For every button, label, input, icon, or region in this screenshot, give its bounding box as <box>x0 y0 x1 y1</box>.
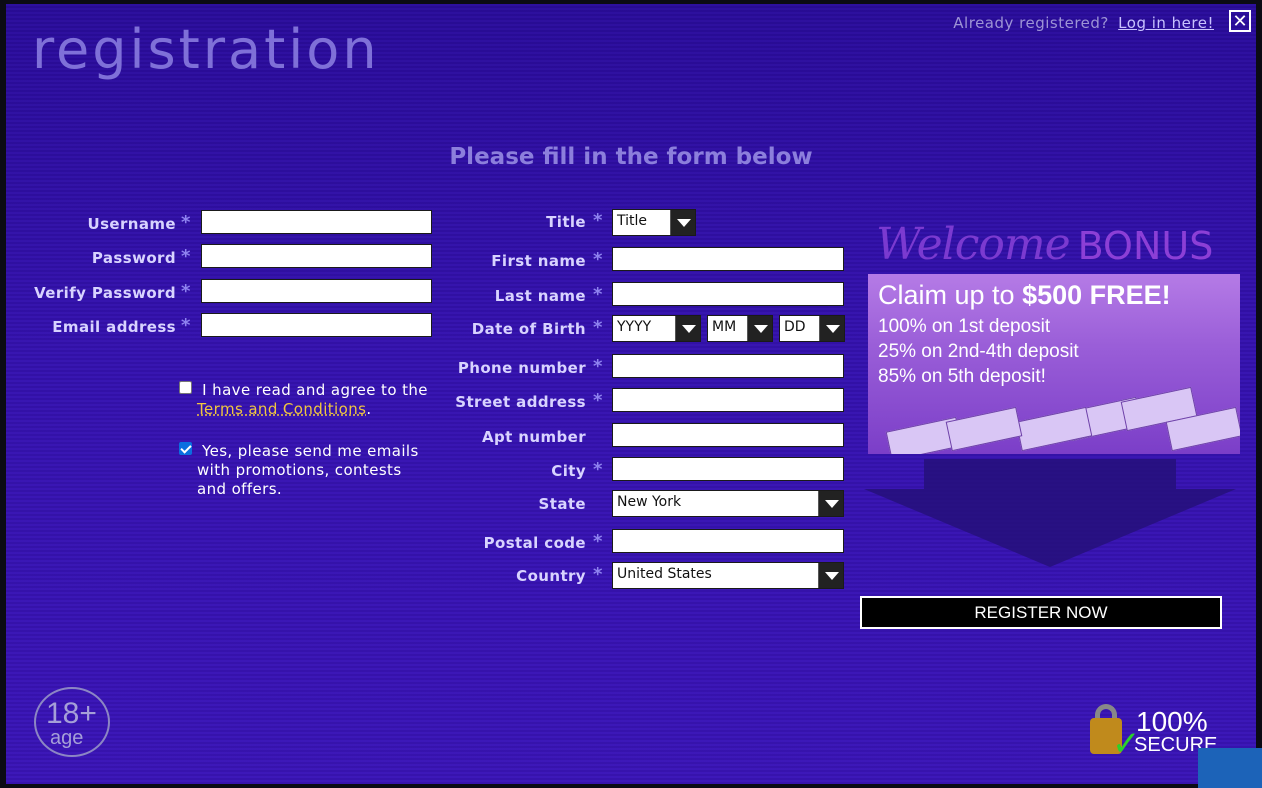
last-name-label: Last name <box>494 287 586 305</box>
bonus-line-2: 25% on 2nd-4th deposit <box>878 341 1079 362</box>
required-star: * <box>593 459 603 480</box>
street-input[interactable] <box>612 388 844 412</box>
age-word: age <box>50 727 84 749</box>
arrow-down-icon <box>864 459 1236 567</box>
dob-month-value: MM <box>712 319 737 335</box>
city-label: City <box>551 462 586 480</box>
username-label: Username <box>87 215 176 233</box>
phone-input[interactable] <box>612 354 844 378</box>
chevron-down-icon <box>670 210 695 235</box>
required-star: * <box>593 564 603 585</box>
required-star: * <box>593 284 603 305</box>
state-select[interactable]: New York <box>612 490 844 517</box>
required-star: * <box>181 246 191 267</box>
dob-day-value: DD <box>784 319 806 335</box>
first-name-label: First name <box>491 252 586 270</box>
phone-label: Phone number <box>457 359 586 377</box>
street-label: Street address <box>455 393 586 411</box>
verify-password-label: Verify Password <box>34 284 176 302</box>
login-prompt: Already registered? Log in here! <box>953 14 1214 32</box>
required-star: * <box>593 531 603 552</box>
bonus-panel: Claim up to $500 FREE! 100% on 1st depos… <box>868 274 1240 454</box>
dob-year-select[interactable]: YYYY <box>612 315 701 342</box>
verify-password-input[interactable] <box>201 279 432 303</box>
registration-modal: registration Already registered? Log in … <box>6 4 1256 784</box>
bonus-heading: Welcome BONUS <box>876 219 1213 270</box>
register-now-button[interactable]: REGISTER NOW <box>860 596 1222 629</box>
country-label: Country <box>516 567 586 585</box>
cash-stack-image <box>1015 406 1093 452</box>
required-star: * <box>181 281 191 302</box>
dob-month-select[interactable]: MM <box>707 315 773 342</box>
terms-text: I have read and agree to the Terms and Co… <box>197 381 447 419</box>
required-star: * <box>593 210 603 231</box>
required-star: * <box>593 249 603 270</box>
required-star: * <box>593 356 603 377</box>
age-18-badge: 18+ age <box>34 687 110 757</box>
cash-stack-image <box>945 406 1023 452</box>
apt-input[interactable] <box>612 423 844 447</box>
already-registered-text: Already registered? <box>953 14 1109 32</box>
chevron-down-icon <box>818 491 843 516</box>
close-icon[interactable]: ✕ <box>1229 10 1251 32</box>
terms-link[interactable]: Terms and Conditions <box>197 400 366 418</box>
required-star: * <box>593 317 603 338</box>
chevron-down-icon <box>818 563 843 588</box>
login-link[interactable]: Log in here! <box>1118 14 1214 32</box>
bonus-claim: Claim up to $500 FREE! <box>878 280 1171 311</box>
apt-label: Apt number <box>481 428 586 446</box>
form-subtitle: Please fill in the form below <box>449 144 813 170</box>
title-label: Title <box>546 213 586 231</box>
required-star: * <box>593 390 603 411</box>
title-select-value: Title <box>617 213 648 229</box>
claim-amount: $500 FREE! <box>1022 280 1171 310</box>
bonus-word: BONUS <box>1077 224 1214 268</box>
promo-text: Yes, please send me emails with promotio… <box>197 442 419 498</box>
page-title: registration <box>32 18 380 81</box>
email-input[interactable] <box>201 313 432 337</box>
bonus-line-3: 85% on 5th deposit! <box>878 366 1046 387</box>
required-star: * <box>181 212 191 233</box>
password-input[interactable] <box>201 244 432 268</box>
username-input[interactable] <box>201 210 432 234</box>
dob-year-value: YYYY <box>617 319 652 335</box>
claim-prefix: Claim up to <box>878 280 1015 310</box>
country-select-value: United States <box>617 566 712 582</box>
password-label: Password <box>91 249 176 267</box>
country-select[interactable]: United States <box>612 562 844 589</box>
email-label: Email address <box>52 318 176 336</box>
postal-label: Postal code <box>483 534 586 552</box>
last-name-input[interactable] <box>612 282 844 306</box>
city-input[interactable] <box>612 457 844 481</box>
terms-checkbox[interactable] <box>179 381 192 394</box>
welcome-bonus-banner: Welcome BONUS Claim up to $500 FREE! 100%… <box>868 219 1240 459</box>
state-select-value: New York <box>617 494 682 510</box>
corner-widget[interactable] <box>1198 748 1262 788</box>
postal-input[interactable] <box>612 529 844 553</box>
dob-label: Date of Birth <box>471 320 586 338</box>
first-name-input[interactable] <box>612 247 844 271</box>
chevron-down-icon <box>819 316 844 341</box>
dob-day-select[interactable]: DD <box>779 315 845 342</box>
terms-agree-text: I have read and agree to the <box>202 381 428 399</box>
promo-checkbox[interactable] <box>179 442 192 455</box>
bonus-line-1: 100% on 1st deposit <box>878 316 1051 337</box>
age-number: 18+ <box>46 697 97 730</box>
title-select[interactable]: Title <box>612 209 696 236</box>
chevron-down-icon <box>675 316 700 341</box>
chevron-down-icon <box>747 316 772 341</box>
terms-period: . <box>366 400 372 418</box>
state-label: State <box>538 495 586 513</box>
required-star: * <box>181 315 191 336</box>
bonus-welcome-text: Welcome <box>876 219 1071 270</box>
